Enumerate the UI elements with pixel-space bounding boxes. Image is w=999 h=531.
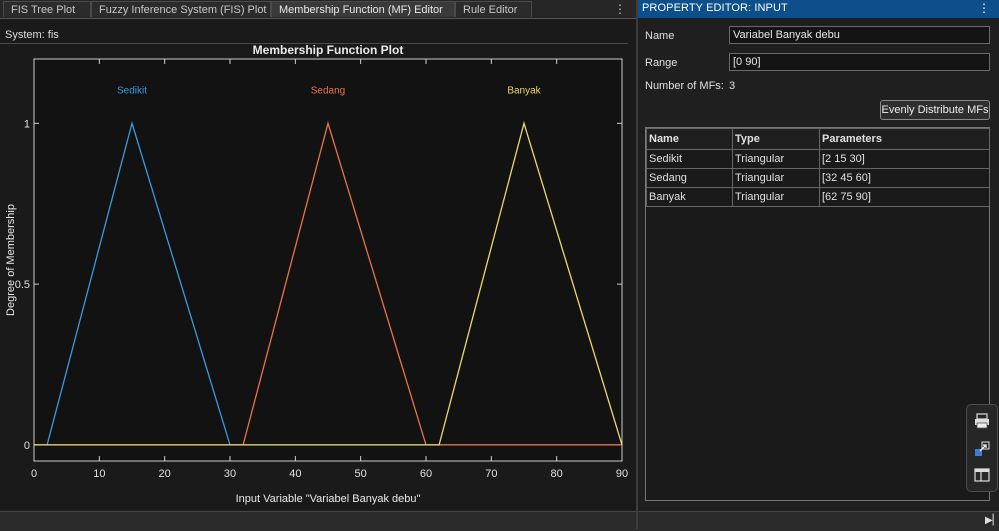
cell-parameters[interactable]: [32 45 60] — [819, 168, 990, 188]
x-tick-label: 50 — [355, 468, 367, 480]
mf-label-banyak: Banyak — [507, 85, 541, 96]
y-tick-label: 1 — [24, 118, 30, 130]
document-tab-bar: FIS Tree Plot Fuzzy Inference System (FI… — [0, 0, 636, 19]
y-tick-label: 0 — [24, 440, 30, 452]
mf-label-sedikit: Sedikit — [117, 85, 147, 96]
plot-axes-box — [33, 58, 623, 462]
column-header-parameters[interactable]: Parameters — [819, 128, 990, 150]
table-row[interactable]: Banyak Triangular [62 75 90] — [646, 187, 990, 207]
y-axis-label: Degree of Membership — [5, 204, 17, 316]
x-tick-label: 60 — [420, 468, 432, 480]
cell-parameters[interactable]: [62 75 90] — [819, 187, 990, 207]
layout-icon[interactable] — [974, 467, 990, 483]
vertical-ellipsis-icon[interactable]: ⋮ — [978, 1, 990, 15]
cell-type[interactable]: Triangular — [732, 187, 820, 207]
collapse-panel-icon[interactable]: ▶▏ — [985, 515, 999, 527]
x-tick-label: 30 — [224, 468, 236, 480]
evenly-distribute-mfs-button[interactable]: Evenly Distribute MFs — [880, 100, 990, 120]
table-row[interactable]: Sedikit Triangular [2 15 30] — [646, 149, 990, 169]
save-figure-icon[interactable] — [974, 413, 990, 429]
x-tick-label: 20 — [159, 468, 171, 480]
tab-rule-editor[interactable]: Rule Editor — [455, 1, 532, 17]
x-tick-label: 90 — [616, 468, 628, 480]
cell-name[interactable]: Banyak — [646, 187, 733, 207]
cell-type[interactable]: Triangular — [732, 168, 820, 188]
x-tick-label: 0 — [31, 468, 37, 480]
cell-name[interactable]: Sedang — [646, 168, 733, 188]
tab-fis-tree-plot[interactable]: FIS Tree Plot — [3, 1, 91, 17]
membership-function-plot[interactable]: Membership Function Plot Input Variable … — [0, 19, 636, 510]
x-tick-label: 70 — [485, 468, 497, 480]
plot-title: Membership Function Plot — [253, 43, 404, 57]
axes-toolstrip — [966, 404, 998, 492]
property-editor-header: PROPERTY EDITOR: INPUT ⋮ — [638, 0, 999, 18]
status-bar-right: ▶▏ — [638, 511, 999, 531]
number-of-mfs-value: 3 — [729, 80, 736, 92]
x-tick-label: 40 — [289, 468, 301, 480]
table-row[interactable]: Sedang Triangular [32 45 60] — [646, 168, 990, 188]
range-field[interactable]: [0 90] — [729, 53, 990, 71]
name-label: Name — [645, 30, 675, 42]
tab-mf-editor[interactable]: Membership Function (MF) Editor — [271, 1, 455, 17]
cell-parameters[interactable]: [2 15 30] — [819, 149, 990, 169]
column-header-name[interactable]: Name — [646, 128, 733, 150]
name-field[interactable]: Variabel Banyak debu — [729, 26, 990, 44]
property-editor-title: PROPERTY EDITOR: INPUT — [642, 2, 788, 14]
column-header-type[interactable]: Type — [732, 128, 820, 150]
x-tick-label: 80 — [551, 468, 563, 480]
vertical-ellipsis-icon[interactable]: ⋮ — [613, 1, 627, 17]
cell-name[interactable]: Sedikit — [646, 149, 733, 169]
open-in-figure-icon[interactable] — [974, 441, 990, 457]
mf-label-sedang: Sedang — [311, 85, 345, 96]
range-label: Range — [645, 57, 678, 69]
mf-table[interactable]: Name Type Parameters Sedikit Triangular … — [645, 127, 990, 501]
tab-fis-plot[interactable]: Fuzzy Inference System (FIS) Plot — [91, 1, 271, 17]
x-tick-label: 10 — [93, 468, 105, 480]
number-of-mfs-label: Number of MFs: — [645, 80, 724, 92]
x-axis-label: Input Variable "Variabel Banyak debu" — [236, 493, 421, 505]
y-tick-label: 0.5 — [15, 279, 30, 291]
status-bar-left — [0, 511, 636, 531]
cell-type[interactable]: Triangular — [732, 149, 820, 169]
